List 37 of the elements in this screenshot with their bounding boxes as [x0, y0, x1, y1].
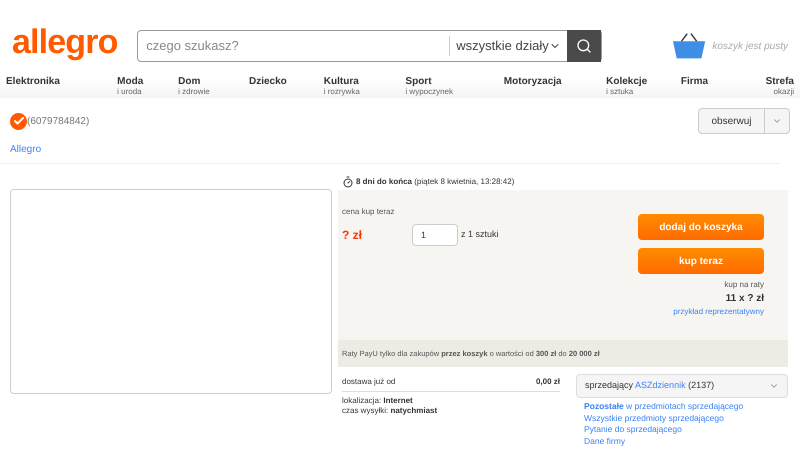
watch-button[interactable]: obserwuj — [699, 109, 765, 133]
seller-link[interactable]: Pytanie do sprzedającego — [584, 424, 788, 436]
end-time: 8 dni do końca (piątek 8 kwietnia, 13:28:42) — [356, 176, 514, 188]
seller-dropdown[interactable]: sprzedający ASZdziennik (2137) — [576, 374, 788, 398]
basket-icon[interactable] — [672, 31, 706, 61]
seller-link[interactable]: Pozostałe w przedmiotach sprzedającego — [584, 401, 788, 412]
verified-icon — [10, 112, 27, 130]
quantity-note: z 1 sztuki — [461, 228, 499, 242]
item-id: (6079784842) — [27, 114, 90, 128]
installments-price: 11 x ? zł — [726, 292, 764, 306]
nav-item[interactable]: Elektronika — [6, 76, 118, 98]
price: ? zł — [342, 227, 363, 244]
nav-item[interactable]: Moda i uroda — [117, 76, 178, 98]
nav-item[interactable]: Dziecko — [249, 76, 324, 98]
installments-label: kup na raty — [724, 279, 764, 291]
search-button[interactable] — [567, 30, 602, 62]
timer-icon — [342, 176, 354, 188]
price-label: cena kup teraz — [342, 206, 396, 218]
search-icon — [576, 38, 592, 54]
nav-item[interactable]: Firma — [680, 76, 755, 98]
seller-link[interactable]: Wszystkie przedmioty sprzedającego — [584, 412, 788, 424]
delivery-price: 0,00 zł — [536, 376, 560, 388]
nav-item[interactable]: Kolekcje i sztuka — [606, 76, 681, 98]
nav-item[interactable]: Strefa okazji — [754, 76, 794, 98]
search-field[interactable]: czego szukasz? wszystkie działy — [137, 30, 602, 62]
nav-item[interactable]: Dom i zdrowie — [178, 76, 249, 98]
nav-item[interactable]: Motoryzacja — [504, 76, 606, 98]
nav-item[interactable]: Kultura i rozrywka — [324, 76, 406, 98]
cart-status: koszyk jest pusty — [712, 40, 788, 54]
quantity-field[interactable]: 1 — [412, 224, 458, 246]
breadcrumb-link[interactable]: Allegro — [10, 144, 42, 155]
seller-link[interactable]: Dane firmy — [584, 436, 788, 447]
nav-item[interactable]: Sport i wypoczynek — [405, 76, 504, 98]
seller-info: sprzedający ASZdziennik (2137) — [585, 379, 714, 392]
shipping-time: czas wysyłki: natychmiast — [342, 406, 438, 416]
location: lokalizacja: Internet — [342, 396, 414, 406]
delivery-label: dostawa już od — [342, 376, 396, 388]
